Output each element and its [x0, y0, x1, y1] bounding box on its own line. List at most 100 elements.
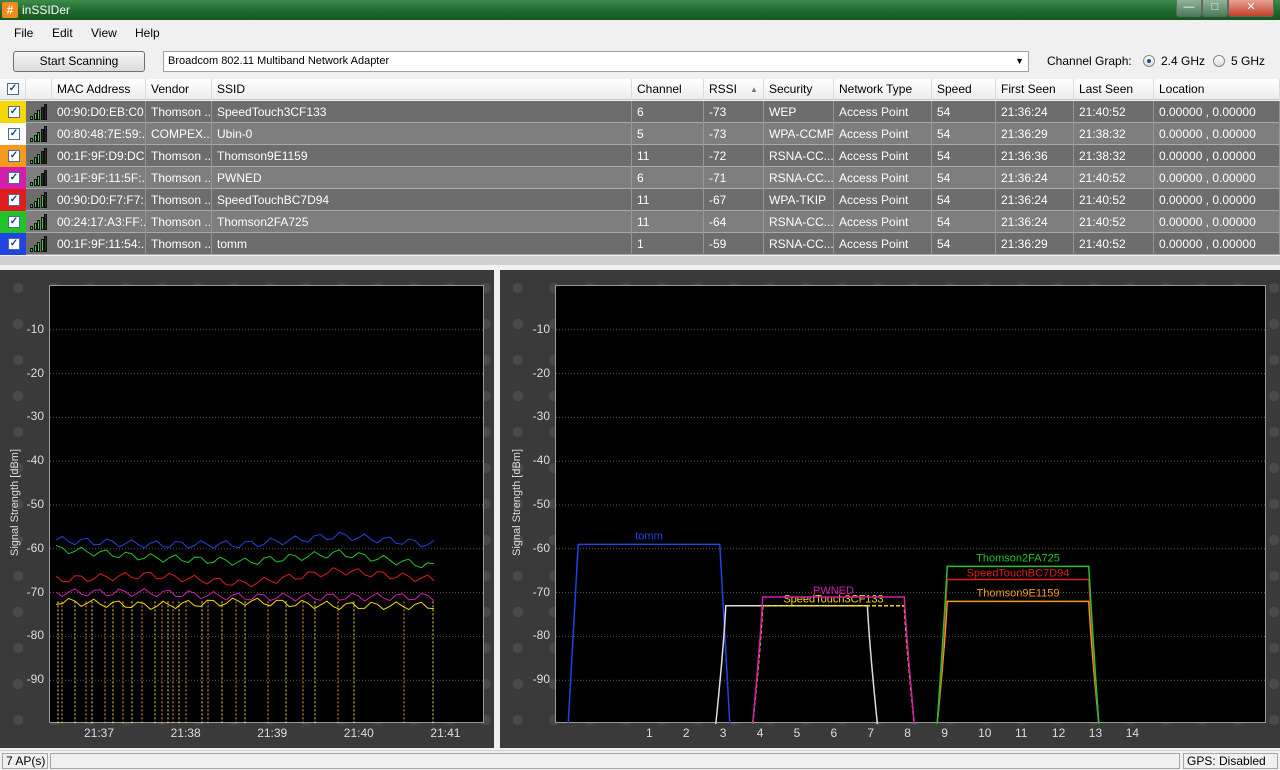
cell-speed: 54: [932, 145, 996, 167]
channel-xtick: 9: [941, 726, 948, 740]
row-checkbox[interactable]: ✓: [8, 128, 20, 140]
cell-vendor: Thomson ...: [146, 211, 212, 233]
column-header-speed[interactable]: Speed: [932, 79, 996, 100]
cell-location: 0.00000 , 0.00000: [1154, 101, 1280, 123]
table-row[interactable]: ✓ 00:1F:9F:D9:DC... Thomson ... Thomson9E11…: [0, 145, 1280, 167]
cell-rssi: -67: [704, 189, 764, 211]
cell-mac: 00:90:D0:EB:C0...: [52, 101, 146, 123]
signal-bar: [44, 148, 47, 164]
row-color-swatch: ✓: [0, 123, 26, 145]
status-message: [50, 753, 1180, 769]
menu-edit[interactable]: Edit: [52, 26, 73, 40]
menu-help[interactable]: Help: [135, 26, 160, 40]
band-24-radio[interactable]: [1143, 55, 1155, 67]
channel-label-Thomson2FA725: Thomson2FA725: [976, 552, 1060, 564]
cell-ssid: tomm: [212, 233, 632, 255]
time-xtick: 21:37: [84, 726, 115, 740]
cell-location: 0.00000 , 0.00000: [1154, 233, 1280, 255]
signal-bar: [44, 192, 47, 208]
channel-xtick: 10: [978, 726, 992, 740]
cell-mac: 00:1F:9F:11:54:...: [52, 233, 146, 255]
time-ytick: -80: [26, 628, 44, 643]
row-checkbox[interactable]: ✓: [8, 238, 20, 250]
row-checkbox[interactable]: ✓: [8, 216, 20, 228]
table-row[interactable]: ✓ 00:80:48:7E:59:... COMPEX... Ubin-0 5 -73 WP…: [0, 123, 1280, 145]
adapter-select[interactable]: Broadcom 802.11 Multiband Network Adapte…: [163, 51, 1029, 72]
maximize-button[interactable]: □: [1202, 0, 1228, 17]
column-header-vendor[interactable]: Vendor: [146, 79, 212, 100]
table-row[interactable]: ✓ 00:1F:9F:11:54:... Thomson ... tomm 1 -59 RS…: [0, 233, 1280, 255]
channel-graph-label: Channel Graph:: [1047, 54, 1132, 68]
cell-rssi: -73: [704, 101, 764, 123]
row-checkbox[interactable]: ✓: [8, 172, 20, 184]
channel-xtick: 2: [682, 726, 690, 740]
signal-bars-icon: [30, 170, 48, 186]
cell-vendor: COMPEX...: [146, 123, 212, 145]
signal-bars-icon: [30, 236, 48, 252]
cell-speed: 54: [932, 101, 996, 123]
close-button[interactable]: ✕: [1228, 0, 1274, 17]
time-ytick: -40: [26, 453, 44, 468]
channel-xtick: 1: [646, 726, 653, 740]
menu-file[interactable]: File: [14, 26, 33, 40]
app-icon: #: [2, 2, 18, 18]
cell-security: RSNA-CC...: [764, 167, 834, 189]
start-scanning-button[interactable]: Start Scanning: [13, 51, 145, 72]
band-5-radio[interactable]: [1213, 55, 1225, 67]
cell-channel: 6: [632, 101, 704, 123]
cell-speed: 54: [932, 189, 996, 211]
row-checkbox[interactable]: ✓: [8, 106, 20, 118]
column-header-ssid[interactable]: SSID: [212, 79, 632, 100]
cell-type: Access Point: [834, 123, 932, 145]
time-ytick: -30: [26, 409, 44, 424]
column-header-mac[interactable]: MAC Address: [52, 79, 146, 100]
row-checkbox[interactable]: ✓: [8, 194, 20, 206]
cell-location: 0.00000 , 0.00000: [1154, 189, 1280, 211]
column-header-type[interactable]: Network Type: [834, 79, 932, 100]
column-header-first[interactable]: First Seen: [996, 79, 1074, 100]
signal-bars-icon: [30, 148, 48, 164]
cell-speed: 54: [932, 211, 996, 233]
channel-label-tomm: tomm: [635, 530, 663, 542]
channel-curve-tomm: [567, 543, 731, 724]
cell-type: Access Point: [834, 145, 932, 167]
minimize-button[interactable]: —: [1176, 0, 1202, 17]
time-ytick: -90: [26, 672, 44, 687]
channel-label-Thomson9E1159: Thomson9E1159: [977, 587, 1060, 599]
column-header-last[interactable]: Last Seen: [1074, 79, 1154, 100]
cell-last: 21:40:52: [1074, 101, 1154, 123]
cell-first: 21:36:29: [996, 233, 1074, 255]
cell-type: Access Point: [834, 233, 932, 255]
cell-first: 21:36:29: [996, 123, 1074, 145]
column-header-security[interactable]: Security: [764, 79, 834, 100]
cell-channel: 5: [632, 123, 704, 145]
cell-last: 21:40:52: [1074, 189, 1154, 211]
row-checkbox[interactable]: ✓: [8, 150, 20, 162]
table-row[interactable]: ✓ 00:90:D0:F7:F7:... Thomson ... SpeedTouch…: [0, 189, 1280, 211]
series-line-SpeedTouch3CF133: [55, 597, 435, 611]
cell-type: Access Point: [834, 189, 932, 211]
cell-last: 21:40:52: [1074, 167, 1154, 189]
sort-ascending-icon: ▲: [750, 85, 758, 94]
table-row[interactable]: ✓ 00:90:D0:EB:C0... Thomson ... SpeedTouch3…: [0, 101, 1280, 123]
cell-location: 0.00000 , 0.00000: [1154, 123, 1280, 145]
cell-vendor: Thomson ...: [146, 101, 212, 123]
cell-location: 0.00000 , 0.00000: [1154, 167, 1280, 189]
cell-channel: 1: [632, 233, 704, 255]
signal-bar: [44, 214, 47, 230]
column-header-channel[interactable]: Channel: [632, 79, 704, 100]
time-ytick: -50: [26, 497, 44, 511]
signal-bar: [44, 126, 47, 142]
menu-view[interactable]: View: [91, 26, 117, 40]
table-row[interactable]: ✓ 00:24:17:A3:FF:... Thomson ... Thomson2FA…: [0, 211, 1280, 233]
cell-location: 0.00000 , 0.00000: [1154, 211, 1280, 233]
column-header-location[interactable]: Location: [1154, 79, 1280, 100]
time-graph-panel: Signal Strength [dBm] -10 -20 -30 -40 -50 -60…: [0, 270, 494, 748]
cell-last: 21:40:52: [1074, 211, 1154, 233]
table-row[interactable]: ✓ 00:1F:9F:11:5F:... Thomson ... PWNED 6 -71 R…: [0, 167, 1280, 189]
select-all-header[interactable]: ✓: [0, 79, 26, 100]
select-all-checkbox[interactable]: ✓: [7, 83, 19, 95]
cell-ssid: PWNED: [212, 167, 632, 189]
signal-bars-icon: [30, 104, 48, 120]
window-title: inSSIDer: [22, 3, 71, 17]
